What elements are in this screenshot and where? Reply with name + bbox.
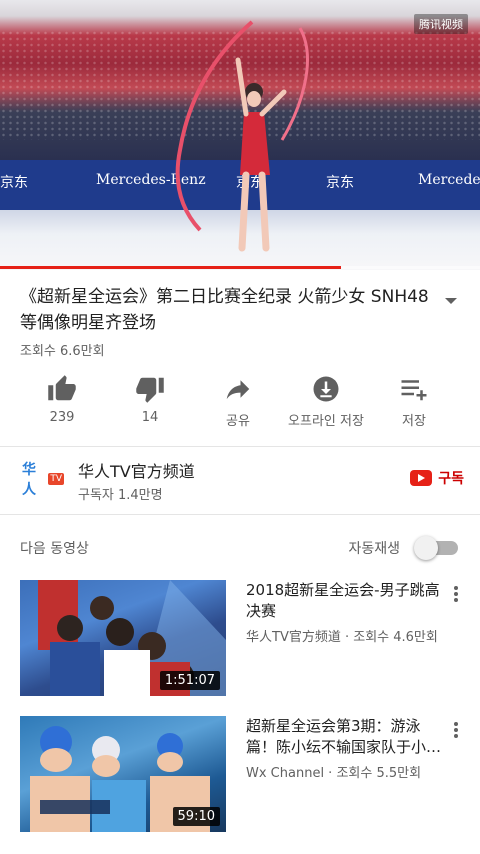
video-thumbnail[interactable]: 1:51:07 [20, 580, 226, 696]
add-to-playlist-icon [401, 380, 427, 401]
divider [0, 514, 480, 515]
thumbs-up-icon [48, 375, 76, 401]
subscriber-count: 구독자 1.4만명 [78, 488, 163, 503]
thumbs-down-icon [136, 377, 164, 403]
channel-logo-text: 华人 [22, 462, 36, 498]
gymnast-figure [175, 20, 309, 252]
download-label: 오프라인 저장 [288, 414, 364, 429]
progress-bar-fill [0, 266, 341, 269]
download-icon [313, 376, 339, 402]
video-thumbnail[interactable]: 59:10 [20, 716, 226, 832]
video-title: 《超新星全运会》第二日比赛全纪录 火箭少女 SNH48 等偶像明星齐登场 [20, 287, 429, 333]
save-label: 저장 [402, 414, 426, 429]
subscribe-button[interactable]: 구독 [410, 468, 464, 488]
share-icon [226, 380, 250, 399]
share-label: 공유 [226, 414, 250, 429]
channel-name[interactable]: 华人TV官方频道 [78, 458, 195, 482]
dislike-count: 14 [141, 410, 159, 425]
video-watermark: 腾讯视频 [414, 14, 468, 34]
list-item[interactable]: 59:10 超新星全运会第3期：游泳篇！陈小纭不输国家队于小… Wx Chann… [0, 716, 480, 834]
channel-row[interactable]: 华人 TV 华人TV官方频道 구독자 1.4만명 구독 [0, 448, 480, 514]
share-button[interactable]: 공유 [190, 372, 286, 429]
save-button[interactable]: 저장 [366, 372, 462, 429]
chevron-down-icon[interactable] [444, 296, 458, 306]
video-title: 2018超新星全运会-男子跳高决赛 [246, 581, 440, 620]
autoplay-toggle[interactable] [414, 536, 460, 560]
autoplay-label: 자동재생 [348, 541, 400, 557]
video-duration: 59:10 [172, 807, 220, 826]
like-count: 239 [49, 410, 75, 425]
toggle-knob [414, 536, 438, 560]
action-bar: 239 14 공유 오프라인 저장 저장 [0, 372, 480, 432]
up-next-heading: 다음 동영상 [20, 541, 89, 557]
view-count: 조회수 6.6만회 [20, 344, 105, 359]
dislike-button[interactable]: 14 [102, 372, 198, 425]
channel-logo-badge: TV [48, 473, 64, 485]
more-options-icon[interactable] [446, 582, 466, 606]
channel-avatar[interactable]: 华人 TV [22, 462, 64, 498]
more-options-icon[interactable] [446, 718, 466, 742]
video-meta: 华人TV官方频道 · 조회수 4.6만회 [246, 630, 438, 645]
video-info[interactable]: 2018超新星全运会-男子跳高决赛 华人TV官方频道 · 조회수 4.6만회 [246, 580, 446, 645]
video-title-row[interactable]: 《超新星全运会》第二日比赛全纪录 火箭少女 SNH48 等偶像明星齐登场 [20, 284, 460, 336]
video-meta: Wx Channel · 조회수 5.5만회 [246, 766, 422, 781]
list-item[interactable]: 1:51:07 2018超新星全运会-男子跳高决赛 华人TV官方频道 · 조회수… [0, 580, 480, 698]
video-player[interactable]: 京东 Mercedes-Benz 京东 京东 Mercede 腾讯视频 [0, 0, 480, 270]
video-info[interactable]: 超新星全运会第3期：游泳篇！陈小纭不输国家队于小… Wx Channel · 조… [246, 716, 446, 781]
progress-bar[interactable] [0, 266, 480, 269]
youtube-logo-icon [410, 470, 433, 486]
like-button[interactable]: 239 [14, 372, 110, 425]
subscribe-label: 구독 [438, 471, 464, 487]
divider [0, 446, 480, 447]
video-duration: 1:51:07 [159, 671, 220, 690]
download-button[interactable]: 오프라인 저장 [278, 372, 374, 429]
video-title: 超新星全运会第3期：游泳篇！陈小纭不输国家队于小… [246, 717, 442, 756]
